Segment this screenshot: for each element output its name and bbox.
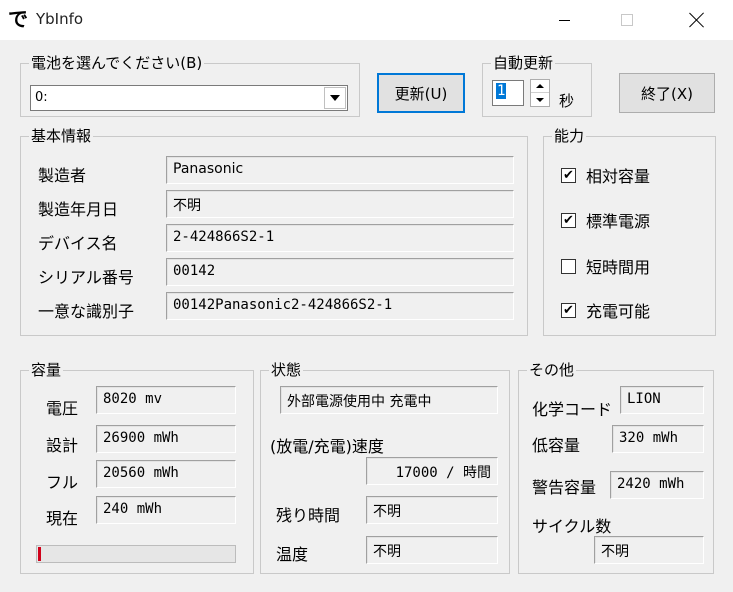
checkbox-label: 充電可能 bbox=[586, 302, 651, 321]
maximize-button[interactable] bbox=[604, 0, 650, 40]
capabilities-legend: 能力 bbox=[554, 127, 585, 145]
status-legend: 状態 bbox=[271, 361, 302, 379]
current-capacity-field: 240 mWh bbox=[96, 496, 236, 524]
manufacturer-label: 製造者 bbox=[38, 166, 87, 185]
auto-update-interval-input[interactable]: 1 bbox=[492, 80, 524, 106]
ybinfo-window: で YbInfo 電池を選んでください(B) 0: 更新(U) 自動更新 1 秒… bbox=[0, 0, 733, 592]
window-title: YbInfo bbox=[36, 10, 84, 28]
serial-number-field: 00142 bbox=[166, 258, 514, 286]
rate-field: 17000 / 時間 bbox=[366, 457, 498, 485]
minimize-button[interactable] bbox=[541, 0, 587, 40]
design-capacity-label: 設計 bbox=[46, 436, 79, 455]
capability-rechargeable[interactable]: ✔ 充電可能 bbox=[561, 298, 650, 322]
full-capacity-field: 20560 mWh bbox=[96, 460, 236, 488]
serial-number-label: シリアル番号 bbox=[38, 268, 134, 287]
auto-update-legend: 自動更新 bbox=[493, 54, 554, 72]
auto-update-interval-value: 1 bbox=[496, 83, 507, 99]
spin-up-button[interactable] bbox=[531, 80, 549, 93]
other-legend: その他 bbox=[529, 361, 575, 379]
temperature-field: 不明 bbox=[366, 536, 498, 564]
chevron-up-icon bbox=[536, 84, 544, 88]
capability-short-term[interactable]: 短時間用 bbox=[561, 254, 650, 278]
capacity-level-fill bbox=[38, 547, 41, 561]
remaining-time-label: 残り時間 bbox=[276, 506, 341, 525]
capability-standard-power[interactable]: ✔ 標準電源 bbox=[561, 208, 650, 232]
minimize-icon bbox=[558, 19, 570, 21]
rate-label: (放電/充電)速度 bbox=[270, 437, 384, 456]
chevron-down-icon bbox=[536, 97, 544, 102]
checkbox[interactable] bbox=[561, 258, 576, 274]
manufacture-date-label: 製造年月日 bbox=[38, 200, 119, 219]
voltage-field: 8020 mv bbox=[96, 386, 236, 414]
chemistry-label: 化学コード bbox=[532, 400, 613, 419]
maximize-icon bbox=[621, 14, 633, 26]
refresh-button[interactable]: 更新(U) bbox=[377, 73, 465, 113]
dropdown-arrow-button[interactable] bbox=[324, 87, 346, 109]
spin-down-button[interactable] bbox=[531, 93, 549, 106]
power-state-field: 外部電源使用中 充電中 bbox=[280, 386, 498, 414]
low-capacity-field: 320 mWh bbox=[612, 425, 704, 453]
capacity-level-bar bbox=[36, 545, 236, 563]
manufacturer-field: Panasonic bbox=[166, 156, 514, 184]
checkbox[interactable]: ✔ bbox=[561, 212, 576, 228]
checkbox-label: 標準電源 bbox=[586, 212, 651, 231]
unique-id-label: 一意な識別子 bbox=[38, 302, 135, 321]
battery-select-dropdown[interactable]: 0: bbox=[30, 85, 348, 111]
chevron-down-icon bbox=[330, 95, 340, 101]
current-capacity-label: 現在 bbox=[46, 509, 79, 528]
battery-select-value: 0: bbox=[35, 90, 48, 105]
checkbox-label: 相対容量 bbox=[586, 167, 651, 186]
manufacture-date-field: 不明 bbox=[166, 190, 514, 218]
basic-info-legend: 基本情報 bbox=[31, 127, 92, 145]
voltage-label: 電圧 bbox=[46, 399, 79, 418]
capacity-legend: 容量 bbox=[31, 361, 62, 379]
cycle-count-label: サイクル数 bbox=[532, 517, 612, 536]
warning-capacity-field: 2420 mWh bbox=[610, 471, 704, 499]
title-bar[interactable]: で YbInfo bbox=[0, 0, 733, 40]
device-name-label: デバイス名 bbox=[38, 234, 118, 253]
battery-select-legend: 電池を選んでください(B) bbox=[31, 54, 203, 72]
full-capacity-label: フル bbox=[46, 473, 79, 492]
remaining-time-field: 不明 bbox=[366, 496, 498, 524]
close-icon bbox=[689, 12, 705, 28]
chemistry-field: LION bbox=[620, 386, 704, 414]
temperature-label: 温度 bbox=[276, 545, 309, 564]
capability-relative-capacity[interactable]: ✔ 相対容量 bbox=[561, 163, 650, 187]
auto-update-unit: 秒 bbox=[559, 92, 575, 110]
auto-update-spinner[interactable] bbox=[530, 79, 550, 107]
checkbox-label: 短時間用 bbox=[586, 258, 651, 277]
close-button[interactable] bbox=[674, 0, 720, 40]
device-name-field: 2-424866S2-1 bbox=[166, 224, 514, 252]
design-capacity-field: 26900 mWh bbox=[96, 425, 236, 453]
unique-id-field: 00142Panasonic2-424866S2-1 bbox=[166, 292, 514, 320]
checkbox[interactable]: ✔ bbox=[561, 167, 576, 183]
cycle-count-field: 不明 bbox=[594, 536, 704, 564]
checkbox[interactable]: ✔ bbox=[561, 302, 576, 318]
app-icon[interactable]: で bbox=[6, 6, 30, 32]
exit-button[interactable]: 終了(X) bbox=[619, 73, 715, 113]
low-capacity-label: 低容量 bbox=[532, 436, 581, 455]
warning-capacity-label: 警告容量 bbox=[532, 478, 597, 497]
